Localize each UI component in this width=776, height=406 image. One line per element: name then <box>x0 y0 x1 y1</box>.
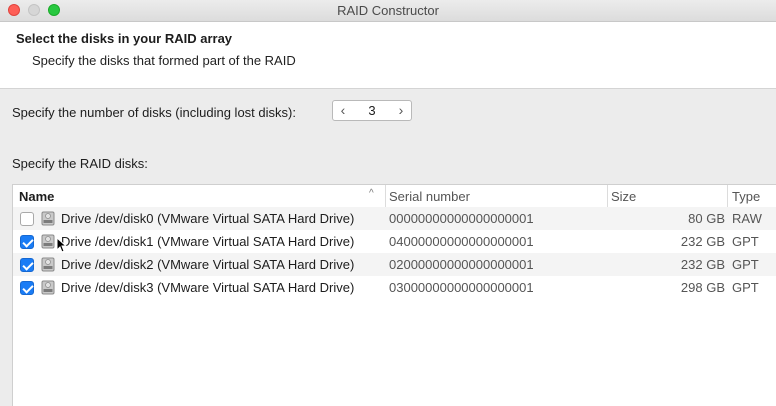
mouse-pointer-icon <box>56 237 67 253</box>
disk-checkbox[interactable] <box>20 281 34 295</box>
column-header-serial[interactable]: Serial number <box>389 189 470 204</box>
table-row[interactable]: Drive /dev/disk1 (VMware Virtual SATA Ha… <box>13 230 776 253</box>
column-divider[interactable] <box>727 185 728 207</box>
raid-disks-label: Specify the RAID disks: <box>12 156 148 171</box>
title-bar: RAID Constructor <box>0 0 776 22</box>
disk-checkbox[interactable] <box>20 235 34 249</box>
table-row[interactable]: Drive /dev/disk3 (VMware Virtual SATA Ha… <box>13 276 776 299</box>
page-subtitle: Specify the disks that formed part of th… <box>32 53 296 68</box>
disk-serial: 02000000000000000001 <box>389 257 534 272</box>
column-header-size[interactable]: Size <box>611 189 636 204</box>
disk-size: 232 GB <box>680 234 725 249</box>
column-divider[interactable] <box>385 185 386 207</box>
raid-disks-table: Name ^ Serial number Size Type Drive /de… <box>12 184 776 406</box>
column-divider[interactable] <box>607 185 608 207</box>
disk-size: 80 GB <box>688 211 725 226</box>
disk-serial: 04000000000000000001 <box>389 234 534 249</box>
hard-drive-icon <box>41 234 55 249</box>
disk-count-label: Specify the number of disks (including l… <box>12 105 296 120</box>
table-header: Name ^ Serial number Size Type <box>13 185 776 208</box>
disk-type: GPT <box>732 257 759 272</box>
disk-serial: 00000000000000000001 <box>389 211 534 226</box>
sort-ascending-icon[interactable]: ^ <box>369 188 374 199</box>
table-row[interactable]: Drive /dev/disk0 (VMware Virtual SATA Ha… <box>13 207 776 230</box>
hard-drive-icon <box>41 257 55 272</box>
disk-name: Drive /dev/disk3 (VMware Virtual SATA Ha… <box>61 280 355 295</box>
column-header-name[interactable]: Name <box>19 189 54 204</box>
disk-count-stepper[interactable]: ‹ 3 › <box>332 100 412 121</box>
decrement-button[interactable]: ‹ <box>335 102 351 119</box>
disk-size: 298 GB <box>680 280 725 295</box>
disk-name: Drive /dev/disk1 (VMware Virtual SATA Ha… <box>61 234 355 249</box>
window-title: RAID Constructor <box>337 3 439 18</box>
wizard-header: Select the disks in your RAID array Spec… <box>0 22 776 89</box>
table-row[interactable]: Drive /dev/disk2 (VMware Virtual SATA Ha… <box>13 253 776 276</box>
disk-name: Drive /dev/disk2 (VMware Virtual SATA Ha… <box>61 257 355 272</box>
disk-checkbox[interactable] <box>20 258 34 272</box>
increment-button[interactable]: › <box>393 102 409 119</box>
disk-type: GPT <box>732 280 759 295</box>
disk-name: Drive /dev/disk0 (VMware Virtual SATA Ha… <box>61 211 355 226</box>
disk-checkbox[interactable] <box>20 212 34 226</box>
disk-type: RAW <box>732 211 762 226</box>
hard-drive-icon <box>41 211 55 226</box>
disk-serial: 03000000000000000001 <box>389 280 534 295</box>
disk-count-value[interactable]: 3 <box>353 103 391 118</box>
disk-size: 232 GB <box>680 257 725 272</box>
hard-drive-icon <box>41 280 55 295</box>
page-title: Select the disks in your RAID array <box>16 31 233 46</box>
column-header-type[interactable]: Type <box>732 189 760 204</box>
disk-type: GPT <box>732 234 759 249</box>
